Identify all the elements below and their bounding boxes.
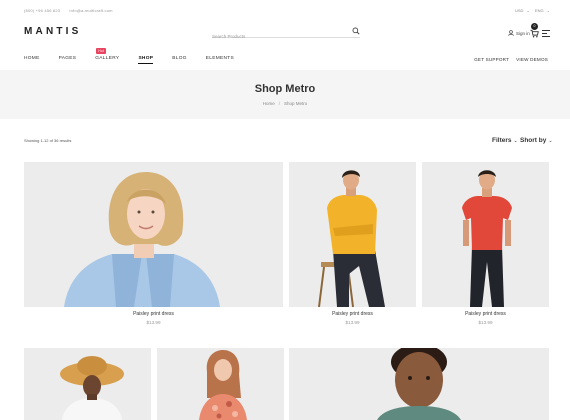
nav-item-pages[interactable]: PAGES — [59, 56, 77, 64]
product-image[interactable] — [24, 348, 151, 420]
filters-button[interactable]: Filters ⌄ — [492, 137, 518, 144]
hot-badge: Hot — [96, 48, 107, 54]
currency-select[interactable]: USD ⌄ — [515, 8, 530, 13]
product-card[interactable]: Paisley print dress $13.99 — [24, 162, 283, 332]
results-count: Showing 1-12 of 36 results — [24, 138, 72, 143]
page-hero: Shop Metro Home / Shop Metro — [0, 70, 570, 119]
breadcrumb-home[interactable]: Home — [263, 101, 275, 106]
nav-right-links: GET SUPPORT VIEW DEMOS — [474, 57, 548, 62]
chevron-down-icon: ⌄ — [513, 138, 518, 144]
email-address[interactable]: info@a-multicraft.com — [70, 8, 113, 13]
nav-item-elements[interactable]: ELEMENTS — [206, 56, 234, 64]
product-image[interactable] — [289, 162, 416, 307]
nav-item-blog[interactable]: BLOG — [172, 56, 187, 64]
site-logo[interactable]: MANTIS — [24, 26, 82, 37]
chevron-down-icon: ⌄ — [546, 8, 551, 13]
product-card[interactable] — [289, 348, 549, 420]
product-price: $13.99 — [345, 320, 360, 325]
product-card[interactable]: Paisley print dress $13.99 — [289, 162, 416, 332]
product-card[interactable] — [157, 348, 284, 420]
signin-label: Sign in — [516, 30, 530, 36]
product-image[interactable] — [422, 162, 549, 307]
cart-icon — [530, 29, 539, 38]
chevron-down-icon: ⌄ — [548, 138, 553, 144]
nav-item-shop[interactable]: SHOP — [138, 56, 154, 64]
breadcrumb-current: Shop Metro — [284, 101, 308, 106]
breadcrumb: Home / Shop Metro — [262, 101, 308, 106]
search-icon[interactable] — [352, 27, 360, 35]
user-icon — [508, 30, 514, 36]
page-title: Shop Metro — [254, 83, 316, 95]
product-name[interactable]: Paisley print dress — [289, 311, 416, 317]
product-card[interactable]: Paisley print dress $13.99 — [422, 162, 549, 332]
product-name[interactable]: Paisley print dress — [24, 311, 283, 317]
nav-item-gallery[interactable]: Hot GALLERY — [95, 48, 120, 64]
get-support-link[interactable]: GET SUPPORT — [474, 57, 509, 62]
product-image[interactable] — [24, 162, 283, 307]
top-bar: (800) +96 456 823 info@a-multicraft.com … — [0, 0, 570, 22]
product-price: $13.99 — [146, 320, 161, 325]
signin-link[interactable]: Sign in — [508, 30, 530, 36]
hamburger-menu-icon[interactable] — [542, 30, 550, 37]
nav-item-gallery-label: GALLERY — [95, 56, 120, 61]
product-price: $13.99 — [478, 320, 493, 325]
cart-button[interactable]: 0 — [530, 23, 540, 38]
language-select[interactable]: ENG ⌄ — [535, 8, 550, 13]
nav-item-home[interactable]: HOME — [24, 56, 40, 64]
view-demos-link[interactable]: VIEW DEMOS — [516, 57, 548, 62]
phone-number: (800) +96 456 823 — [24, 8, 61, 13]
product-card[interactable] — [24, 348, 151, 420]
search-input[interactable] — [212, 31, 342, 39]
product-name[interactable]: Paisley print dress — [422, 311, 549, 317]
contact-info: (800) +96 456 823 info@a-multicraft.com — [24, 8, 121, 13]
product-image[interactable] — [289, 348, 549, 420]
chevron-down-icon: ⌄ — [526, 8, 530, 13]
main-nav: HOME PAGES Hot GALLERY SHOP BLOG ELEMENT… — [24, 48, 253, 64]
search-bar — [212, 25, 360, 39]
sort-button[interactable]: Short by ⌄ — [520, 137, 553, 144]
product-image[interactable] — [157, 348, 284, 420]
